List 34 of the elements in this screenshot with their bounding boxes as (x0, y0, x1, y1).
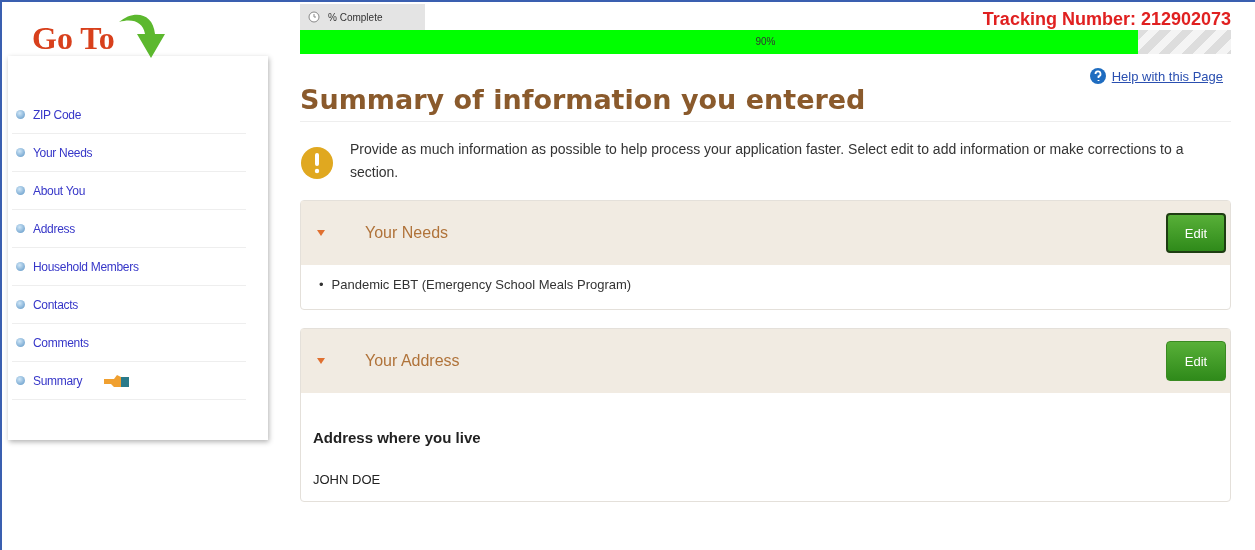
bullet-mark: • (319, 276, 324, 294)
clock-icon (308, 11, 320, 23)
subheading: Address where you live (313, 429, 482, 446)
list-item: Pandemic EBT (Emergency School Meals Program) (331, 276, 633, 294)
go-to-title: Go To (32, 20, 115, 57)
nav-link[interactable]: Comments (33, 335, 89, 350)
bullet-icon (16, 148, 25, 157)
bullet-icon (16, 376, 25, 385)
nav-link[interactable]: Household Members (33, 259, 139, 274)
help-icon (1089, 68, 1106, 84)
page-heading: Summary of information you entered (300, 84, 1231, 122)
nav-link[interactable]: Summary (33, 373, 83, 388)
bullet-icon (16, 186, 25, 195)
caret-icon[interactable] (317, 230, 325, 236)
bullet-icon (16, 300, 25, 309)
nav-link[interactable]: Address (33, 221, 75, 236)
progress-label: % Complete (328, 11, 383, 23)
tracking-number: Tracking Number: 212902073 (982, 9, 1231, 30)
bullet-icon (16, 224, 25, 233)
bullet-icon (16, 110, 25, 119)
nav-link[interactable]: Your Needs (33, 145, 93, 160)
nav-link[interactable]: ZIP Code (33, 107, 82, 122)
progress-reading: 90% (754, 36, 777, 47)
section-title: Your Address (365, 352, 461, 370)
warning-icon (300, 146, 334, 180)
nav-link[interactable]: About You (33, 183, 86, 198)
caret-icon[interactable] (317, 358, 325, 364)
nav-link[interactable]: Contacts (33, 297, 78, 312)
bullet-icon (16, 262, 25, 271)
notice-text: Provide as much information as possible to help process your application faster. Select edit to add information or make corrections to a section. (350, 140, 1185, 182)
help-link[interactable]: Help with this Page (1111, 68, 1223, 84)
address-line: JOHN DOE (313, 472, 382, 487)
section-title: Your Needs (365, 224, 450, 242)
bullet-icon (16, 338, 25, 347)
